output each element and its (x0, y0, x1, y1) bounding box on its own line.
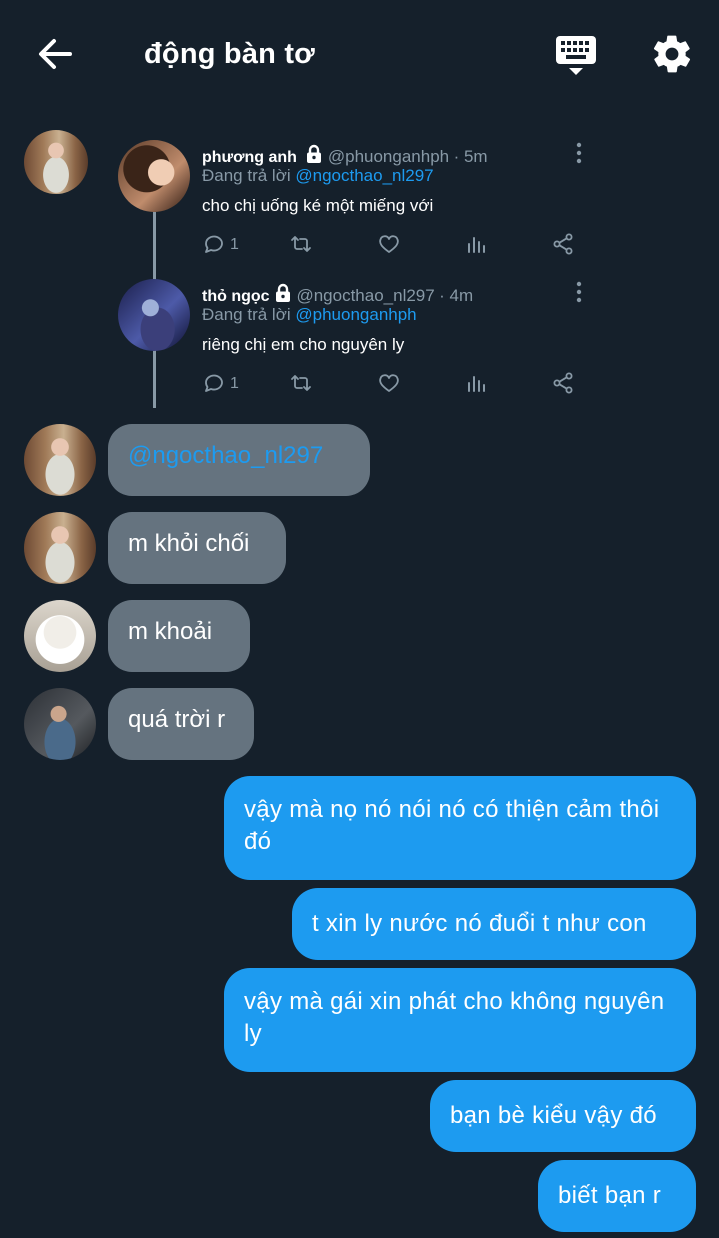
top-bar: động bàn tơ (0, 0, 719, 108)
message-bubble-incoming[interactable]: m khỏi chối (108, 512, 286, 584)
tweet-author-name[interactable]: thỏ ngọc (202, 288, 270, 305)
message-bubble-outgoing[interactable]: vậy mà gái xin phát cho không nguyên ly (224, 968, 696, 1072)
like-icon[interactable] (377, 232, 401, 256)
retweet-icon[interactable] (289, 371, 313, 395)
message-mention-text[interactable]: @ngocthao_nl297 (128, 442, 323, 469)
tweet-text: cho chị uống ké một miếng với (202, 196, 434, 215)
replying-to-label: Đang trả lời (202, 305, 291, 324)
message-text: biết bạn r (558, 1182, 662, 1209)
sender-avatar[interactable] (24, 424, 96, 496)
reply-count: 1 (230, 236, 239, 253)
reply-count: 1 (230, 375, 239, 392)
analytics-icon[interactable] (464, 371, 488, 395)
conversation-title: động bàn tơ (144, 38, 316, 70)
message-bubble-outgoing[interactable]: biết bạn r (538, 1160, 696, 1232)
tweet-avatar[interactable] (118, 279, 190, 351)
message-bubble-outgoing[interactable]: t xin ly nước nó đuổi t như con (292, 888, 696, 960)
lock-icon (307, 144, 322, 163)
message-text: m khỏi chối (128, 530, 250, 557)
message-bubble-incoming[interactable]: m khoải (108, 600, 250, 672)
tweet-time: · 5m (453, 147, 488, 166)
message-text: m khoải (128, 618, 213, 645)
sender-avatar[interactable] (24, 688, 96, 760)
share-icon[interactable] (551, 371, 575, 395)
mention-link[interactable]: @phuonganhph (295, 305, 416, 324)
gear-icon[interactable] (650, 32, 694, 76)
sender-avatar[interactable] (24, 512, 96, 584)
analytics-icon[interactable] (464, 232, 488, 256)
message-text: vậy mà nọ nó nói nó có thiện cảm thôi đó (244, 796, 660, 855)
message-bubble-incoming[interactable]: quá trời r (108, 688, 254, 760)
tweet-handle[interactable]: @phuonganhph (328, 147, 449, 166)
replying-to: Đang trả lời @ngocthao_nl297 (202, 166, 434, 186)
mention-link[interactable]: @ngocthao_nl297 (295, 166, 433, 185)
tweet-text: riêng chị em cho nguyên ly (202, 335, 405, 354)
message-text: t xin ly nước nó đuổi t như con (312, 910, 647, 937)
like-icon[interactable] (377, 371, 401, 395)
back-arrow-icon[interactable] (34, 34, 78, 74)
tweet-header: thỏ ngọc @ngocthao_nl297 · 4m (202, 283, 473, 306)
more-options-icon[interactable] (574, 142, 584, 164)
message-bubble-outgoing[interactable]: vậy mà nọ nó nói nó có thiện cảm thôi đó (224, 776, 696, 880)
tweet-author-name[interactable]: phương anh (202, 149, 297, 166)
tweet-time: · 4m (439, 286, 474, 305)
tweet-header: phương anh @phuonganhph · 5m (202, 144, 488, 167)
reply-icon[interactable] (202, 371, 226, 395)
reply-icon[interactable] (202, 232, 226, 256)
sender-avatar[interactable] (24, 600, 96, 672)
replying-to: Đang trả lời @phuonganhph (202, 305, 417, 325)
more-options-icon[interactable] (574, 281, 584, 303)
message-text: quá trời r (128, 706, 226, 733)
tweet-avatar[interactable] (118, 140, 190, 212)
keyboard-icon[interactable] (554, 34, 598, 78)
replying-to-label: Đang trả lời (202, 166, 291, 185)
message-text: bạn bè kiểu vậy đó (450, 1102, 657, 1129)
sender-avatar[interactable] (24, 130, 88, 194)
retweet-icon[interactable] (289, 232, 313, 256)
message-text: vậy mà gái xin phát cho không nguyên ly (244, 988, 665, 1047)
share-icon[interactable] (551, 232, 575, 256)
message-bubble-outgoing[interactable]: bạn bè kiểu vậy đó (430, 1080, 696, 1152)
tweet-handle[interactable]: @ngocthao_nl297 (296, 286, 434, 305)
message-bubble-incoming[interactable]: @ngocthao_nl297 (108, 424, 370, 496)
lock-icon (276, 283, 290, 302)
